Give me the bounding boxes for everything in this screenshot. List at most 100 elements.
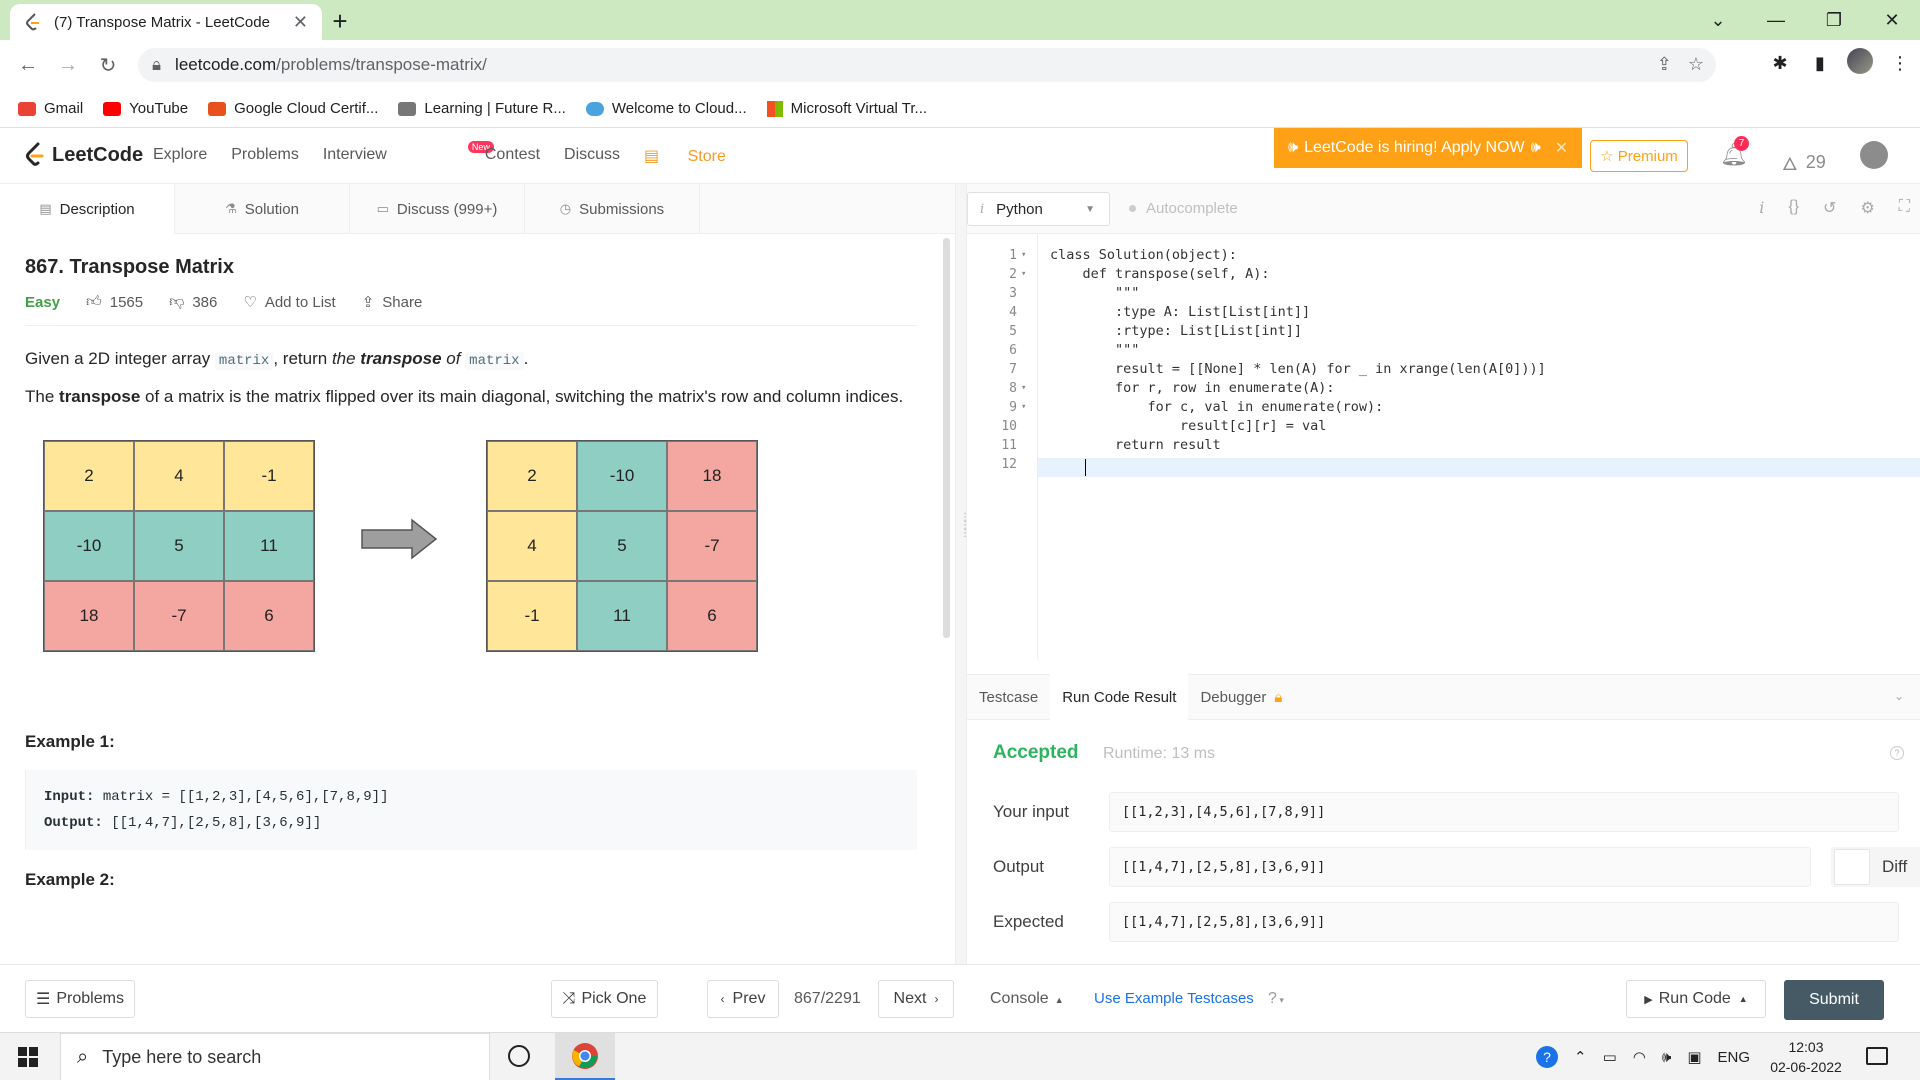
task-view-icon[interactable] (508, 1045, 530, 1067)
description-scrollbar[interactable] (943, 238, 950, 638)
dislike-button[interactable]: 👎︎ 386 (169, 293, 217, 311)
tab-solution[interactable]: ⚗ Solution (175, 184, 350, 234)
taskbar-clock[interactable]: 12:03 02-06-2022 (1766, 1037, 1846, 1077)
your-input-value[interactable]: [[1,2,3],[4,5,6],[7,8,9]] (1109, 792, 1899, 832)
bookmark-microsoft[interactable]: Microsoft Virtual Tr... (766, 100, 927, 117)
back-button[interactable]: ← (14, 51, 42, 79)
new-tab-button[interactable]: + (326, 6, 354, 37)
help-icon[interactable]: ? (1890, 746, 1904, 760)
use-example-testcases-link[interactable]: Use Example Testcases (1094, 990, 1254, 1007)
windows-start-icon[interactable] (18, 1047, 38, 1067)
settings-icon[interactable]: ⚙ (1860, 198, 1874, 218)
notifications-icon[interactable] (1866, 1047, 1888, 1065)
address-bar[interactable]: 🔒︎ leetcode.com/problems/transpose-matri… (138, 48, 1716, 82)
fold-icon[interactable]: ▾ (1021, 246, 1026, 265)
toggle-dot-icon (1129, 205, 1136, 212)
prev-button[interactable]: ‹ Prev (707, 980, 779, 1018)
leetcode-logo[interactable]: LeetCode (24, 142, 143, 168)
fullscreen-icon[interactable]: ⛶ (1899, 198, 1910, 218)
expected-value[interactable]: [[1,4,7],[2,5,8],[3,6,9]] (1109, 902, 1899, 942)
bookmarks-bar: Gmail YouTube Google Cloud Certif... Lea… (0, 90, 1920, 128)
chevron-up-icon[interactable]: ⌃ (1574, 1048, 1587, 1066)
help-dropdown-icon[interactable]: ? ▾ (1268, 990, 1284, 1008)
user-avatar-icon[interactable] (1860, 141, 1888, 169)
reload-button[interactable]: ↻ (94, 51, 122, 79)
info-icon[interactable]: i (1759, 198, 1764, 218)
bookmark-learning[interactable]: Learning | Future R... (398, 100, 566, 117)
add-to-list-button[interactable]: ♡ Add to List (243, 293, 335, 312)
share-button[interactable]: ⇪ Share (362, 293, 423, 312)
display-icon[interactable]: ▣ (1687, 1048, 1701, 1066)
matrix-cell: 2 (44, 441, 134, 511)
bookmark-google-cloud[interactable]: Google Cloud Certif... (208, 100, 378, 117)
autocomplete-toggle[interactable]: Autocomplete (1129, 200, 1238, 217)
braces-icon[interactable]: {} (1788, 198, 1799, 218)
profile-avatar[interactable] (1840, 48, 1880, 79)
side-panel-icon[interactable]: ▮ (1800, 53, 1840, 74)
input-language[interactable]: ENG (1718, 1049, 1751, 1066)
close-tab-icon[interactable]: ✕ (293, 12, 308, 33)
submit-button[interactable]: Submit (1784, 980, 1884, 1020)
volume-icon[interactable]: 🕪︎ (1662, 1049, 1671, 1066)
example-2-heading: Example 2: (25, 870, 115, 889)
tab-submissions[interactable]: ◷ Submissions (525, 184, 700, 234)
leetcode-logo-icon (26, 142, 44, 166)
output-value[interactable]: [[1,4,7],[2,5,8],[3,6,9]] (1109, 847, 1811, 887)
browser-tab[interactable]: (7) Transpose Matrix - LeetCode ✕ (10, 4, 322, 40)
nav-contest[interactable]: Contest (485, 146, 540, 166)
reset-icon[interactable]: ↺ (1823, 198, 1836, 218)
tab-discuss[interactable]: ▭ Discuss (999+) (350, 184, 525, 234)
close-window-button[interactable]: ✕ (1864, 0, 1920, 40)
nav-store[interactable]: ▤ Store (644, 146, 750, 166)
tab-description[interactable]: ▤ Description (0, 184, 175, 234)
close-banner-icon[interactable]: ✕ (1555, 138, 1568, 158)
problem-title: 867. Transpose Matrix (25, 256, 234, 278)
problems-button[interactable]: ☰ Problems (25, 980, 135, 1018)
maximize-button[interactable]: ❐ (1806, 0, 1862, 40)
minimize-button[interactable]: — (1748, 0, 1804, 40)
help-icon[interactable]: ? (1536, 1046, 1558, 1068)
tab-run-code-result[interactable]: Run Code Result (1050, 674, 1189, 720)
next-button[interactable]: Next › (878, 980, 954, 1018)
extensions-icon[interactable]: ✱ (1760, 53, 1800, 74)
fold-icon[interactable]: ▾ (1021, 265, 1026, 284)
nav-explore[interactable]: Explore (153, 146, 207, 166)
nav-problems[interactable]: Problems (231, 146, 299, 166)
bookmark-gmail[interactable]: Gmail (18, 100, 83, 117)
forward-button[interactable]: → (54, 51, 82, 79)
chrome-taskbar-icon[interactable] (555, 1033, 615, 1080)
fold-icon[interactable]: ▾ (1021, 398, 1026, 417)
battery-icon[interactable]: ▭ (1603, 1048, 1617, 1066)
like-button[interactable]: 👍︎ 1565 (86, 293, 143, 311)
pane-splitter[interactable]: ⋮ ⋮ ⋮ (955, 184, 970, 964)
bookmark-youtube[interactable]: YouTube (103, 100, 188, 117)
bookmark-star-icon[interactable]: ☆ (1688, 54, 1704, 75)
diff-toggle[interactable]: Diff (1831, 847, 1920, 887)
code-editor[interactable]: 1 ▾ 2 ▾ 3 4 5 6 7 8 ▾ 9 ▾ 10 11 12 class Sol… (967, 234, 1920, 659)
hiring-banner[interactable]: 🕪︎ LeetCode is hiring! Apply NOW 🕪︎ ✕ (1274, 128, 1582, 168)
taskbar-search[interactable]: ⌕ Type here to search (60, 1033, 490, 1080)
run-code-button[interactable]: ▶ Run Code ▲ (1626, 980, 1766, 1018)
result-runtime: Runtime: 13 ms (1103, 745, 1216, 762)
nav-discuss[interactable]: Discuss (564, 146, 620, 166)
streak-counter[interactable]: 🜂 29 (1782, 144, 1826, 181)
share-icon[interactable]: ⇪ (1657, 54, 1672, 75)
pick-one-button[interactable]: ⤨ Pick One (551, 980, 658, 1018)
microsoft-icon (766, 100, 783, 117)
fold-icon[interactable]: ▾ (1021, 379, 1026, 398)
flask-icon: ⚗ (225, 201, 237, 216)
browser-menu-icon[interactable]: ⋮ (1880, 53, 1920, 74)
collapse-chevron-icon[interactable]: ⌄ (1894, 689, 1904, 703)
bookmark-welcome-cloud[interactable]: Welcome to Cloud... (585, 100, 747, 117)
store-icon: ▤ (644, 148, 664, 165)
tab-search-icon[interactable]: ⌄ (1690, 0, 1746, 40)
console-button[interactable]: Console ▲ (990, 990, 1064, 1008)
premium-button[interactable]: ☆ Premium (1590, 140, 1688, 172)
nav-interview[interactable]: Interview New (323, 141, 494, 166)
language-select[interactable]: i Python ▼ (967, 192, 1110, 226)
notifications-bell-icon[interactable]: 🔔︎ 7 (1720, 136, 1749, 168)
code-line: """ (1050, 285, 1140, 301)
tab-testcase[interactable]: Testcase (967, 674, 1050, 720)
wifi-icon[interactable]: ◠ (1633, 1048, 1646, 1066)
tab-debugger[interactable]: Debugger 🔒︎ (1188, 674, 1294, 720)
